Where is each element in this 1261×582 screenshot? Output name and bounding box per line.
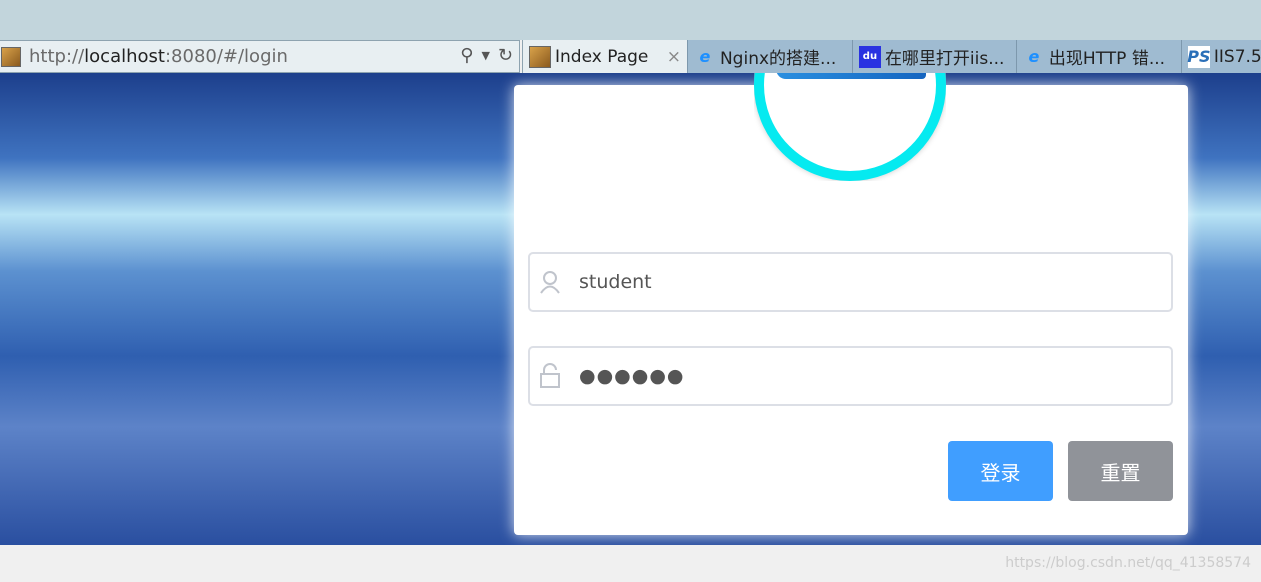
lock-icon [540,363,560,388]
tab-http-error[interactable]: e 出现HTTP 错... [1017,40,1182,73]
tomcat-icon [1,46,21,67]
url-rest: :8080/#/login [164,46,288,67]
ie-icon: e [699,47,711,66]
url-text[interactable]: http://localhost:8080/#/login [29,46,288,67]
tab-bar: Index Page × e Nginx的搭建... du 在哪里打开iis..… [522,40,1261,73]
chevron-down-icon[interactable]: ▼ [481,45,489,67]
window-titlebar [0,0,1261,40]
url-host: localhost [84,46,165,67]
login-button[interactable]: 登录 [948,441,1053,501]
tab-nginx[interactable]: e Nginx的搭建... [688,40,853,73]
refresh-icon[interactable]: ↻ [498,45,513,67]
tab-label: 出现HTTP 错... [1048,49,1166,69]
ps-icon: PS [1187,45,1211,68]
tab-label: 在哪里打开iis... [884,49,1005,69]
tomcat-icon [529,45,551,68]
password-input[interactable]: ●●●●●● [528,346,1173,406]
tab-baidu[interactable]: du 在哪里打开iis... [853,40,1017,73]
tab-iis[interactable]: PS IIS7.5 [1182,40,1261,73]
reset-button[interactable]: 重置 [1068,441,1173,501]
url-prefix: http:// [29,46,85,67]
tab-label: IIS7.5 [1213,46,1261,67]
watermark: https://blog.csdn.net/qq_41358574 [1005,555,1251,571]
ie-icon: e [1028,47,1040,66]
password-value: ●●●●●● [579,365,685,387]
username-input[interactable]: student [528,252,1173,312]
user-icon [540,271,560,294]
address-bar[interactable]: http://localhost:8080/#/login ⚲ ▼ ↻ [0,40,520,73]
search-icon[interactable]: ⚲ [460,45,473,67]
close-icon[interactable]: × [667,47,681,67]
tab-label: Nginx的搭建... [719,49,837,69]
username-value: student [579,271,652,293]
tab-index-page[interactable]: Index Page × [522,40,688,73]
baidu-icon: du [858,45,881,68]
tab-label: Index Page [555,46,649,67]
